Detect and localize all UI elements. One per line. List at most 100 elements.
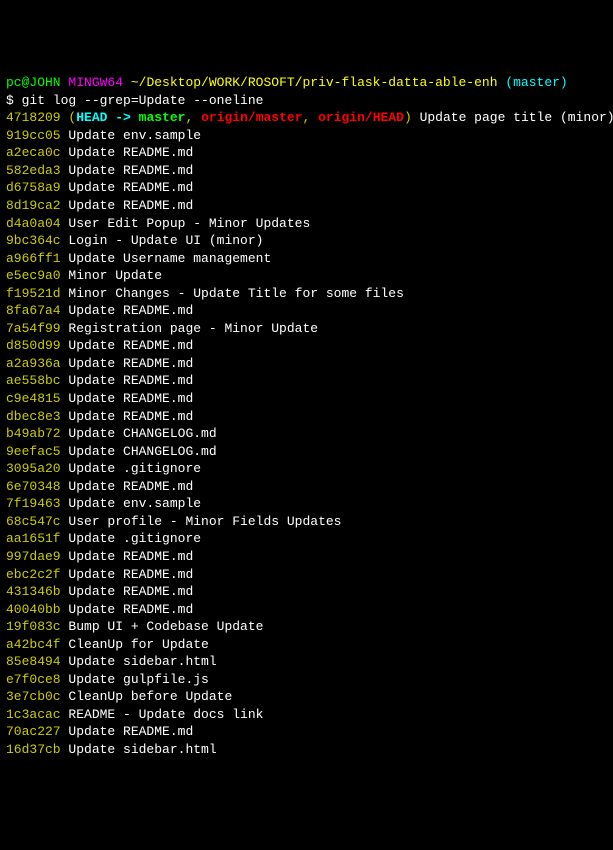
- commit-hash: d850d99: [6, 338, 61, 353]
- commit-message: Update sidebar.html: [68, 654, 216, 669]
- commit-line: 6e70348 Update README.md: [6, 478, 607, 496]
- commit-message: Update README.md: [68, 602, 193, 617]
- commit-line: dbec8e3 Update README.md: [6, 408, 607, 426]
- commit-line: d850d99 Update README.md: [6, 337, 607, 355]
- commit-message: Update README.md: [68, 180, 193, 195]
- commit-message: Update page title (minor): [412, 110, 613, 125]
- commit-message: Update README.md: [68, 549, 193, 564]
- commit-message: Update README.md: [68, 479, 193, 494]
- prompt-env: MINGW64: [68, 75, 123, 90]
- commit-line: b49ab72 Update CHANGELOG.md: [6, 425, 607, 443]
- commit-line: 3e7cb0c CleanUp before Update: [6, 688, 607, 706]
- commit-hash: 68c547c: [6, 514, 61, 529]
- commit-hash: 3095a20: [6, 461, 61, 476]
- commit-line: 431346b Update README.md: [6, 583, 607, 601]
- commit-message: Registration page - Minor Update: [68, 321, 318, 336]
- command-text: git log --grep=Update --oneline: [22, 93, 264, 108]
- commit-message: Update CHANGELOG.md: [68, 444, 216, 459]
- commit-line: 8fa67a4 Update README.md: [6, 302, 607, 320]
- terminal-output[interactable]: pc@JOHN MINGW64 ~/Desktop/WORK/ROSOFT/pr…: [6, 74, 607, 758]
- commit-message: Update CHANGELOG.md: [68, 426, 216, 441]
- commit-line: 1c3acac README - Update docs link: [6, 706, 607, 724]
- commit-hash: 919cc05: [6, 128, 61, 143]
- commit-hash: 6e70348: [6, 479, 61, 494]
- commit-hash: 7f19463: [6, 496, 61, 511]
- commit-line: 997dae9 Update README.md: [6, 548, 607, 566]
- commit-line: 582eda3 Update README.md: [6, 162, 607, 180]
- commit-message: Update README.md: [68, 724, 193, 739]
- commit-message: Update README.md: [68, 584, 193, 599]
- local-branch: master: [139, 110, 186, 125]
- commit-message: Update env.sample: [68, 496, 201, 511]
- commit-message: Update README.md: [68, 567, 193, 582]
- head-label: HEAD: [76, 110, 107, 125]
- commit-message: Update README.md: [68, 409, 193, 424]
- commit-hash: 1c3acac: [6, 707, 61, 722]
- commit-line: a42bc4f CleanUp for Update: [6, 636, 607, 654]
- commit-line: 8d19ca2 Update README.md: [6, 197, 607, 215]
- commit-message: Bump UI + Codebase Update: [68, 619, 263, 634]
- commit-message: Update sidebar.html: [68, 742, 216, 757]
- commit-message: User Edit Popup - Minor Updates: [68, 216, 310, 231]
- commit-line: 9eefac5 Update CHANGELOG.md: [6, 443, 607, 461]
- commit-hash: 3e7cb0c: [6, 689, 61, 704]
- commit-message: Update README.md: [68, 356, 193, 371]
- commit-message: Update env.sample: [68, 128, 201, 143]
- commit-message: Update README.md: [68, 145, 193, 160]
- commit-message: Minor Changes - Update Title for some fi…: [68, 286, 403, 301]
- commit-line: 7f19463 Update env.sample: [6, 495, 607, 513]
- commit-hash: 40040bb: [6, 602, 61, 617]
- remote-head: origin/HEAD: [318, 110, 404, 125]
- commit-message: Login - Update UI (minor): [68, 233, 263, 248]
- commit-message: Update .gitignore: [68, 461, 201, 476]
- commit-hash: e5ec9a0: [6, 268, 61, 283]
- commit-line: 85e8494 Update sidebar.html: [6, 653, 607, 671]
- prompt-branch: (master): [505, 75, 567, 90]
- commit-message: Update gulpfile.js: [68, 672, 208, 687]
- comma: ,: [185, 110, 201, 125]
- commit-hash: a2eca0c: [6, 145, 61, 160]
- commit-hash: 85e8494: [6, 654, 61, 669]
- commit-line: d4a0a04 User Edit Popup - Minor Updates: [6, 215, 607, 233]
- commit-line: aa1651f Update .gitignore: [6, 530, 607, 548]
- commit-line: f19521d Minor Changes - Update Title for…: [6, 285, 607, 303]
- comma: ,: [303, 110, 319, 125]
- commit-line: d6758a9 Update README.md: [6, 179, 607, 197]
- commit-message: CleanUp for Update: [68, 637, 208, 652]
- commit-line: a2eca0c Update README.md: [6, 144, 607, 162]
- commit-hash: a2a936a: [6, 356, 61, 371]
- prompt-line: pc@JOHN MINGW64 ~/Desktop/WORK/ROSOFT/pr…: [6, 74, 607, 92]
- commit-message: Update README.md: [68, 391, 193, 406]
- arrow: ->: [107, 110, 138, 125]
- commit-hash: ae558bc: [6, 373, 61, 388]
- commit-line: 9bc364c Login - Update UI (minor): [6, 232, 607, 250]
- commit-line: 7a54f99 Registration page - Minor Update: [6, 320, 607, 338]
- commit-message: Minor Update: [68, 268, 162, 283]
- commit-hash: e7f0ce8: [6, 672, 61, 687]
- commit-message: README - Update docs link: [68, 707, 263, 722]
- commit-line: 3095a20 Update .gitignore: [6, 460, 607, 478]
- commit-hash: 4718209: [6, 110, 61, 125]
- commit-hash: 8d19ca2: [6, 198, 61, 213]
- commit-message: Update README.md: [68, 303, 193, 318]
- commit-message: Update README.md: [68, 338, 193, 353]
- commit-line: c9e4815 Update README.md: [6, 390, 607, 408]
- commit-hash: d6758a9: [6, 180, 61, 195]
- commit-line: 40040bb Update README.md: [6, 601, 607, 619]
- commit-hash: ebc2c2f: [6, 567, 61, 582]
- commit-list: 919cc05 Update env.samplea2eca0c Update …: [6, 127, 607, 759]
- commit-line: 68c547c User profile - Minor Fields Upda…: [6, 513, 607, 531]
- commit-message: CleanUp before Update: [68, 689, 232, 704]
- commit-line: a2a936a Update README.md: [6, 355, 607, 373]
- prompt-user: pc@JOHN: [6, 75, 61, 90]
- commit-hash: f19521d: [6, 286, 61, 301]
- commit-hash: 431346b: [6, 584, 61, 599]
- commit-hash: 16d37cb: [6, 742, 61, 757]
- commit-line: e5ec9a0 Minor Update: [6, 267, 607, 285]
- commit-hash: 7a54f99: [6, 321, 61, 336]
- commit-line: e7f0ce8 Update gulpfile.js: [6, 671, 607, 689]
- commit-line: 16d37cb Update sidebar.html: [6, 741, 607, 759]
- commit-hash: aa1651f: [6, 531, 61, 546]
- commit-hash: a42bc4f: [6, 637, 61, 652]
- commit-hash: a966ff1: [6, 251, 61, 266]
